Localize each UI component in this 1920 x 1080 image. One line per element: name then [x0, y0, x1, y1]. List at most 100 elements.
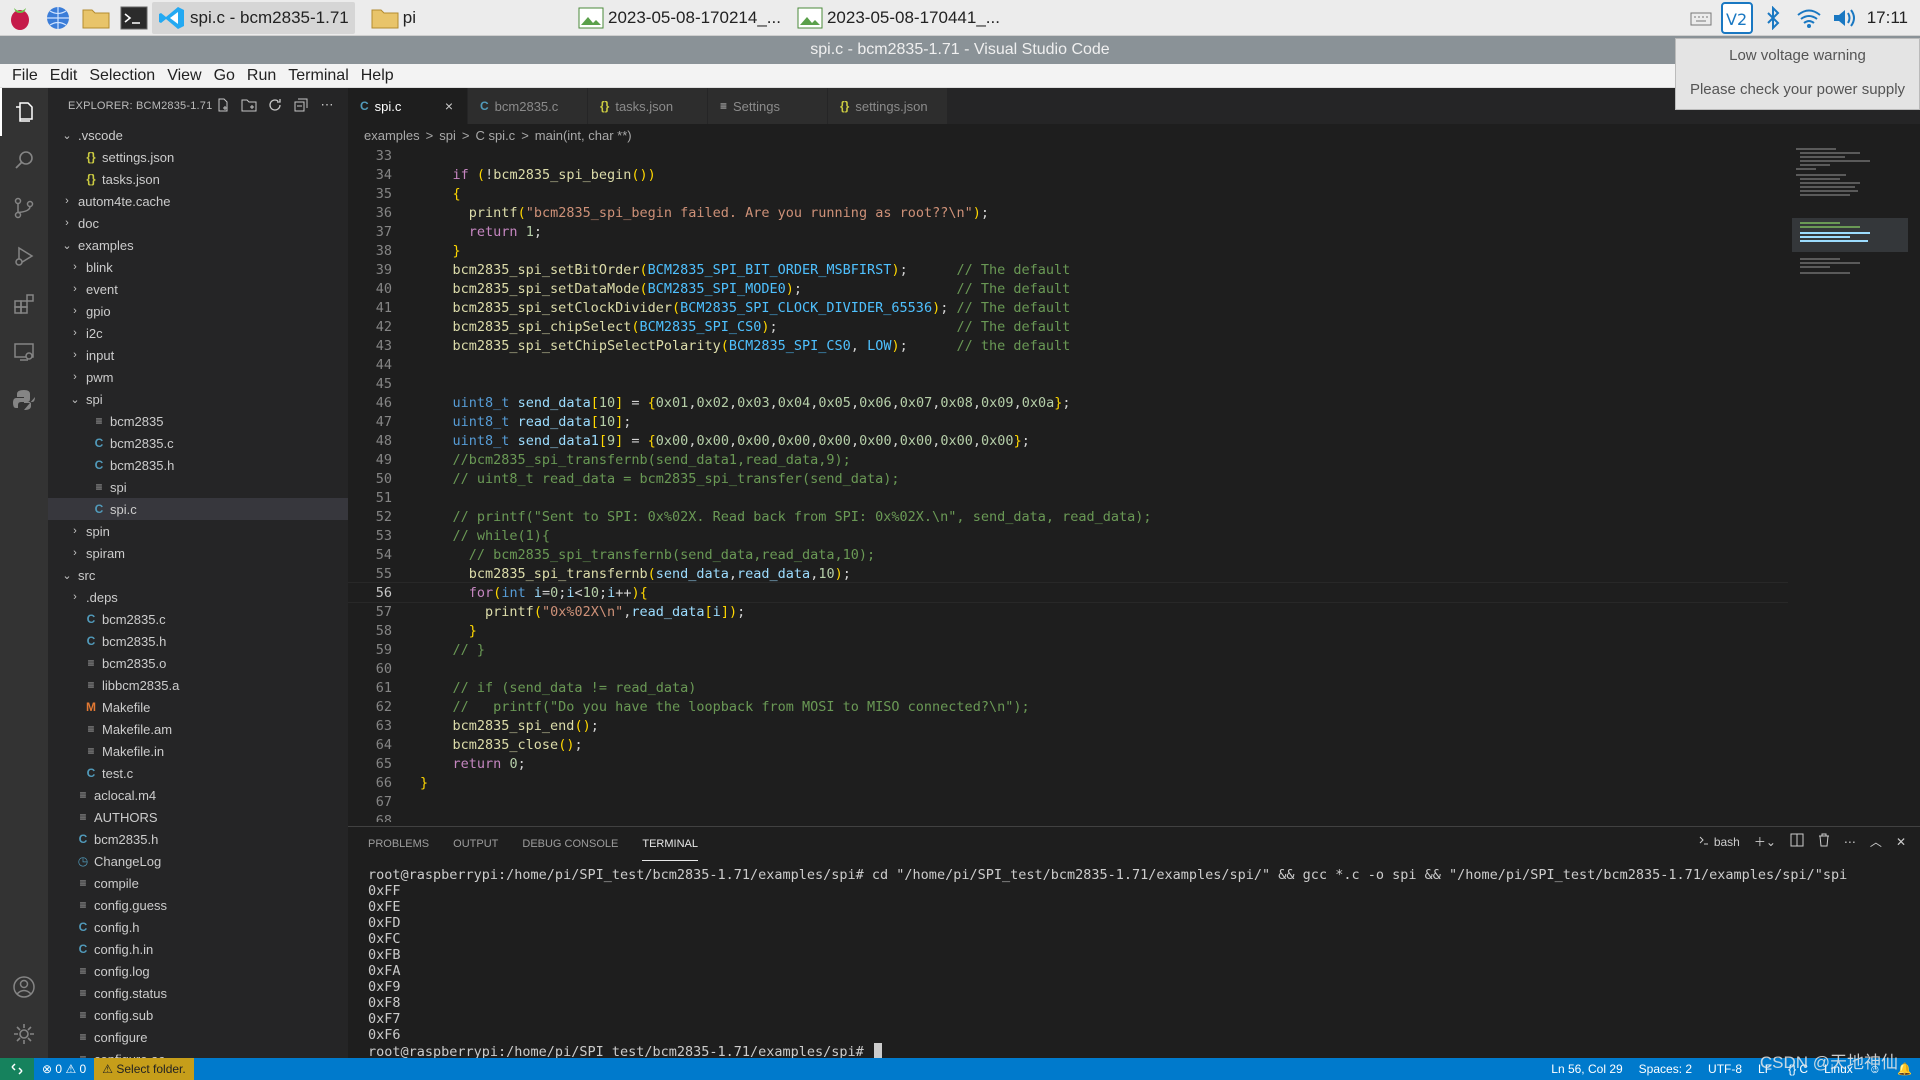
code-line[interactable]: 66} [348, 773, 1788, 792]
taskbar-window-screenshot2[interactable]: 2023-05-08-170441_... [791, 2, 1006, 34]
code-line[interactable]: 38 } [348, 241, 1788, 260]
tab-spi-c[interactable]: Cspi.c × [348, 88, 468, 124]
tree-file[interactable]: {} tasks.json [48, 168, 348, 190]
code-line[interactable]: 42 bcm2835_spi_chipSelect(BCM2835_SPI_CS… [348, 317, 1788, 336]
code-line[interactable]: 35 { [348, 184, 1788, 203]
code-line[interactable]: 44 [348, 355, 1788, 374]
kill-terminal-icon[interactable] [1818, 833, 1830, 850]
tree-folder[interactable]: › event [48, 278, 348, 300]
raspberry-menu-icon[interactable] [2, 0, 38, 36]
tree-file[interactable]: Cspi.c [48, 498, 348, 520]
tree-file[interactable]: ≡ configure [48, 1026, 348, 1048]
close-panel-icon[interactable]: ✕ [1896, 835, 1906, 849]
tree-file[interactable]: ≡ Makefile.am [48, 718, 348, 740]
code-line[interactable]: 60 [348, 659, 1788, 678]
code-line[interactable]: 34 if (!bcm2835_spi_begin()) [348, 165, 1788, 184]
tab-bcm2835-c[interactable]: Cbcm2835.c [468, 88, 588, 124]
code-line[interactable]: 46 uint8_t send_data[10] = {0x01,0x02,0x… [348, 393, 1788, 412]
code-line[interactable]: 54 // bcm2835_spi_transfernb(send_data,r… [348, 545, 1788, 564]
tree-folder[interactable]: › doc [48, 212, 348, 234]
menu-go[interactable]: Go [208, 67, 241, 85]
breadcrumb-file[interactable]: C spi.c [475, 128, 515, 143]
tree-file[interactable]: ≡ compile [48, 872, 348, 894]
tree-folder[interactable]: › i2c [48, 322, 348, 344]
tree-file[interactable]: ≡ AUTHORS [48, 806, 348, 828]
terminal-shell-selector[interactable]: bash [1698, 834, 1740, 849]
tree-file[interactable]: ≡ aclocal.m4 [48, 784, 348, 806]
tree-folder[interactable]: › gpio [48, 300, 348, 322]
code-line[interactable]: 36 printf("bcm2835_spi_begin failed. Are… [348, 203, 1788, 222]
new-folder-icon[interactable] [240, 96, 258, 114]
cursor-position[interactable]: Ln 56, Col 29 [1543, 1058, 1630, 1080]
tree-file[interactable]: ≡configure.ac [48, 1048, 348, 1059]
vnc-icon[interactable]: V2 [1719, 0, 1755, 36]
run-debug-icon[interactable] [0, 232, 48, 280]
menu-edit[interactable]: Edit [44, 67, 84, 85]
terminal-output[interactable]: root@raspberrypi:/home/pi/SPI_test/bcm28… [348, 861, 1920, 1066]
tree-file[interactable]: ≡ bcm2835.o [48, 652, 348, 674]
code-line[interactable]: 50 // uint8_t read_data = bcm2835_spi_tr… [348, 469, 1788, 488]
code-line[interactable]: 41 bcm2835_spi_setClockDivider(BCM2835_S… [348, 298, 1788, 317]
collapse-all-icon[interactable] [292, 96, 310, 114]
code-line[interactable]: 58 } [348, 621, 1788, 640]
accounts-icon[interactable] [0, 963, 48, 1011]
new-file-icon[interactable] [214, 96, 232, 114]
taskbar-window-screenshot1[interactable]: 2023-05-08-170214_... [572, 2, 787, 34]
code-line[interactable]: 64 bcm2835_close(); [348, 735, 1788, 754]
tree-file[interactable]: ≡ spi [48, 476, 348, 498]
tree-file[interactable]: ≡ Makefile.in [48, 740, 348, 762]
tree-folder[interactable]: › pwm [48, 366, 348, 388]
tree-folder[interactable]: › input [48, 344, 348, 366]
new-terminal-icon[interactable]: ＋⌄ [1754, 833, 1776, 850]
breadcrumb-spi[interactable]: spi [439, 128, 456, 143]
tree-file[interactable]: ≡ config.log [48, 960, 348, 982]
tree-file[interactable]: ◷ ChangeLog [48, 850, 348, 872]
code-line[interactable]: 63 bcm2835_spi_end(); [348, 716, 1788, 735]
code-line[interactable]: 59 // } [348, 640, 1788, 659]
code-line[interactable]: 53 // while(1){ [348, 526, 1788, 545]
tree-file[interactable]: ≡ config.sub [48, 1004, 348, 1026]
code-line[interactable]: 52 // printf("Sent to SPI: 0x%02X. Read … [348, 507, 1788, 526]
problems-indicator[interactable]: ⊗ 0 ⚠ 0 [34, 1058, 94, 1080]
python-icon[interactable] [0, 376, 48, 424]
tree-file[interactable]: Cbcm2835.h [48, 454, 348, 476]
breadcrumb-symbol[interactable]: main(int, char **) [535, 128, 632, 143]
tree-file[interactable]: M Makefile [48, 696, 348, 718]
remote-explorer-icon[interactable] [0, 328, 48, 376]
code-line[interactable]: 55 bcm2835_spi_transfernb(send_data,read… [348, 564, 1788, 583]
web-browser-icon[interactable] [40, 0, 76, 36]
tab-settings[interactable]: ≡ Settings [708, 88, 828, 124]
terminal-icon[interactable] [116, 0, 152, 36]
code-line[interactable]: 51 [348, 488, 1788, 507]
tree-folder[interactable]: ⌄ examples [48, 234, 348, 256]
code-line[interactable]: 57 printf("0x%02X\n",read_data[i]); [348, 602, 1788, 621]
menu-terminal[interactable]: Terminal [282, 67, 354, 85]
close-icon[interactable]: × [427, 98, 453, 114]
tree-file[interactable]: Cconfig.h.in [48, 938, 348, 960]
code-line[interactable]: 56 for(int i=0;i<10;i++){ [348, 582, 1788, 603]
tree-folder[interactable]: ⌄ src [48, 564, 348, 586]
code-line[interactable]: 45 [348, 374, 1788, 393]
tab-settings-json[interactable]: {} settings.json [828, 88, 948, 124]
extensions-icon[interactable] [0, 280, 48, 328]
source-control-icon[interactable] [0, 184, 48, 232]
maximize-panel-icon[interactable]: ︿ [1870, 833, 1882, 850]
indentation[interactable]: Spaces: 2 [1631, 1058, 1700, 1080]
low-voltage-notification[interactable]: Low voltage warning Please check your po… [1675, 38, 1920, 110]
code-editor[interactable]: 33 34 if (!bcm2835_spi_begin()) 35 {36 pri… [348, 146, 1788, 822]
code-line[interactable]: 67 [348, 792, 1788, 811]
taskbar-window-pi[interactable]: pi [365, 2, 422, 34]
select-folder-button[interactable]: ⚠ Select folder. [94, 1058, 194, 1080]
tree-file[interactable]: Cbcm2835.h [48, 828, 348, 850]
code-line[interactable]: 49 //bcm2835_spi_transfernb(send_data1,r… [348, 450, 1788, 469]
code-line[interactable]: 65 return 0; [348, 754, 1788, 773]
code-line[interactable]: 61 // if (send_data != read_data) [348, 678, 1788, 697]
tab-tasks-json[interactable]: {} tasks.json [588, 88, 708, 124]
panel-more-icon[interactable]: ⋯ [1844, 835, 1856, 849]
code-line[interactable]: 48 uint8_t send_data1[9] = {0x00,0x00,0x… [348, 431, 1788, 450]
settings-gear-icon[interactable] [0, 1010, 48, 1058]
menu-run[interactable]: Run [241, 67, 282, 85]
tab-terminal[interactable]: TERMINAL [642, 827, 698, 861]
refresh-icon[interactable] [266, 96, 284, 114]
bluetooth-icon[interactable] [1755, 0, 1791, 36]
